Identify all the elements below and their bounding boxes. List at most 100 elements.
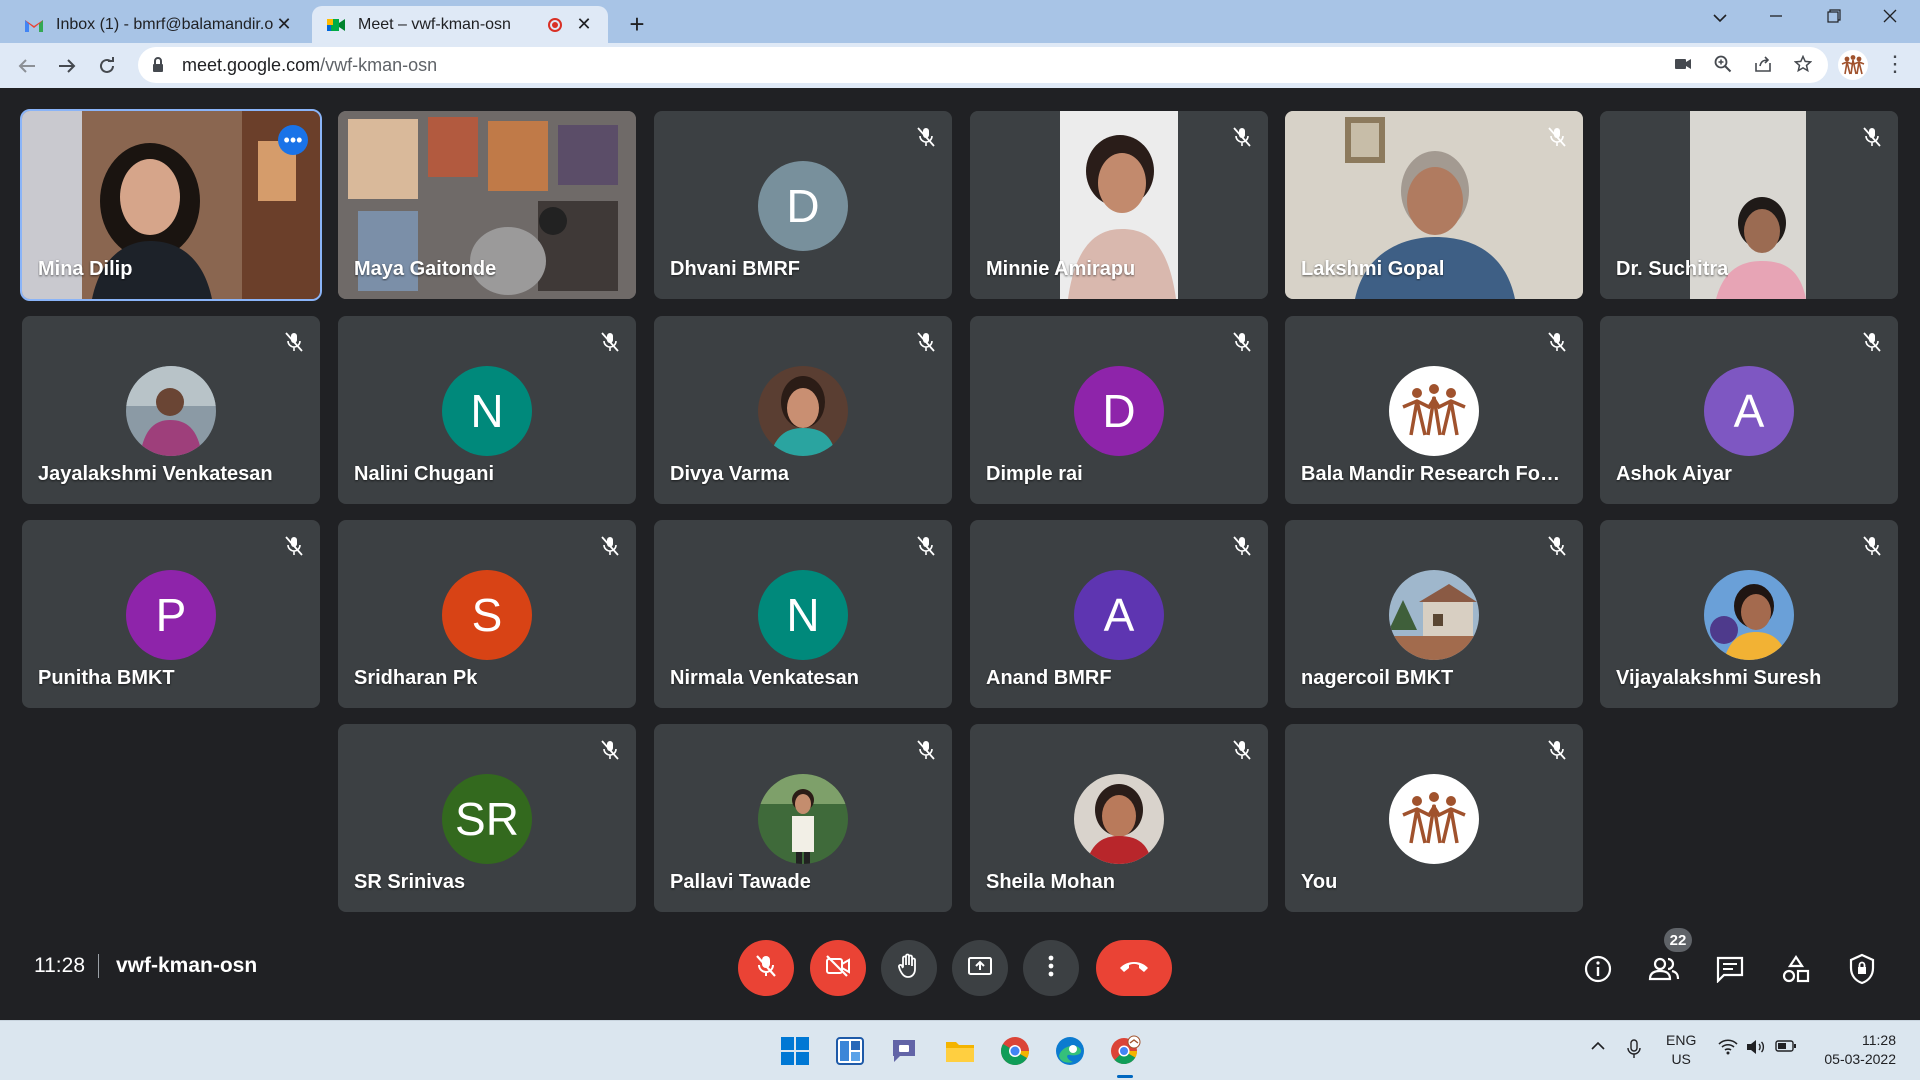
participant-tile[interactable]: nagercoil BMKT [1285, 520, 1583, 708]
chat-icon [1716, 956, 1744, 983]
muted-mic-icon [914, 534, 938, 558]
tab-gmail[interactable]: Inbox (1) - bmrf@balamandir.org ✕ [10, 6, 308, 43]
url-text[interactable]: meet.google.com/vwf-kman-osn [182, 55, 437, 76]
microphone-tray-icon[interactable] [1627, 1039, 1641, 1062]
tab-meet[interactable]: Meet – vwf-kman-osn ✕ [312, 6, 608, 43]
participant-tile[interactable]: N Nalini Chugani [338, 316, 636, 504]
participant-tile[interactable]: D Dhvani BMRF [654, 111, 952, 299]
participant-tile[interactable]: Minnie Amirapu [970, 111, 1268, 299]
volume-icon[interactable] [1746, 1039, 1766, 1058]
meeting-time: 11:28 [34, 954, 85, 977]
participant-avatar: A [1074, 570, 1164, 660]
url-host: meet.google.com [182, 54, 321, 75]
participant-name: Lakshmi Gopal [1301, 258, 1445, 280]
tab-search-chevron-icon[interactable] [1700, 6, 1740, 29]
browser-toolbar: meet.google.com/vwf-kman-osn ⋮ [0, 43, 1920, 88]
participant-tile[interactable]: Divya Varma [654, 316, 952, 504]
participant-tile[interactable]: P Punitha BMKT [22, 520, 320, 708]
chrome-menu-icon[interactable]: ⋮ [1884, 51, 1906, 77]
back-button[interactable] [12, 51, 42, 81]
participant-tile[interactable]: ••• Mina Dilip [20, 109, 322, 301]
battery-icon[interactable] [1775, 1039, 1797, 1056]
raise-hand-button[interactable] [881, 940, 937, 996]
more-options-button[interactable] [1023, 940, 1079, 996]
chrome-icon[interactable] [997, 1033, 1033, 1069]
url-path: /vwf-kman-osn [320, 54, 438, 75]
info-icon [1584, 955, 1612, 983]
windows-start-icon[interactable] [777, 1033, 813, 1069]
muted-mic-icon [1545, 125, 1569, 149]
participant-name: Vijayalakshmi Suresh [1616, 667, 1822, 689]
muted-mic-icon [1545, 330, 1569, 354]
forward-button[interactable] [52, 51, 82, 81]
teams-chat-icon[interactable] [887, 1033, 923, 1069]
close-icon[interactable]: ✕ [574, 14, 594, 35]
participant-tile[interactable]: A Anand BMRF [970, 520, 1268, 708]
chrome-meet-window-icon[interactable] [1107, 1033, 1143, 1069]
participant-tile[interactable]: A Ashok Aiyar [1600, 316, 1898, 504]
close-icon[interactable]: ✕ [274, 14, 294, 35]
participant-avatar: D [1074, 366, 1164, 456]
participant-avatar: D [758, 161, 848, 251]
muted-mic-icon [598, 330, 622, 354]
participant-tile[interactable]: Vijayalakshmi Suresh [1600, 520, 1898, 708]
present-now-button[interactable] [952, 940, 1008, 996]
zoom-icon[interactable] [1712, 53, 1734, 75]
host-controls-button[interactable] [1845, 952, 1879, 986]
edge-icon[interactable] [1052, 1033, 1088, 1069]
participant-tile[interactable]: SR SR Srinivas [338, 724, 636, 912]
meet-icon [326, 15, 346, 35]
participant-tile[interactable]: Bala Mandir Research Foun... [1285, 316, 1583, 504]
more-options-icon[interactable]: ••• [278, 125, 308, 155]
muted-mic-icon [1230, 738, 1254, 762]
participant-tile[interactable]: Pallavi Tawade [654, 724, 952, 912]
bookmark-star-icon[interactable] [1792, 53, 1814, 75]
camera-toggle-button[interactable] [810, 940, 866, 996]
muted-mic-icon [282, 330, 306, 354]
participant-tile[interactable]: Jayalakshmi Venkatesan [22, 316, 320, 504]
system-clock[interactable]: 11:28 05-03-2022 [1812, 1031, 1896, 1069]
wifi-icon[interactable] [1718, 1039, 1738, 1058]
participant-avatar: SR [442, 774, 532, 864]
participant-tile[interactable]: D Dimple rai [970, 316, 1268, 504]
participant-photo [1074, 774, 1164, 864]
participant-tile[interactable]: Sheila Mohan [970, 724, 1268, 912]
participant-name: Mina Dilip [38, 258, 133, 280]
widgets-icon[interactable] [832, 1033, 868, 1069]
new-tab-button[interactable]: + [622, 9, 652, 40]
muted-mic-icon [1545, 534, 1569, 558]
participant-tile[interactable]: N Nirmala Venkatesan [654, 520, 952, 708]
minimize-button[interactable] [1756, 6, 1796, 29]
participant-tile[interactable]: Lakshmi Gopal [1285, 111, 1583, 299]
end-call-icon [1117, 958, 1151, 979]
microphone-toggle-button[interactable] [738, 940, 794, 996]
people-button[interactable] [1647, 952, 1681, 986]
participant-name: Jayalakshmi Venkatesan [38, 463, 273, 485]
windows-taskbar: ENG US 11:28 05-03-2022 [0, 1020, 1920, 1080]
close-window-button[interactable] [1870, 6, 1910, 29]
address-bar[interactable]: meet.google.com/vwf-kman-osn [138, 47, 1828, 83]
lock-icon[interactable] [152, 57, 166, 73]
file-explorer-icon[interactable] [942, 1033, 978, 1069]
participant-tile[interactable]: You [1285, 724, 1583, 912]
camera-in-use-icon[interactable] [1672, 53, 1694, 75]
profile-avatar[interactable] [1838, 50, 1868, 80]
participant-avatar: N [442, 366, 532, 456]
leave-call-button[interactable] [1096, 940, 1172, 996]
activities-icon [1782, 955, 1810, 983]
participant-name: Dimple rai [986, 463, 1083, 485]
participant-tile[interactable]: Maya Gaitonde [338, 111, 636, 299]
participant-tile[interactable]: S Sridharan Pk [338, 520, 636, 708]
restore-button[interactable] [1814, 6, 1854, 29]
activities-button[interactable] [1779, 952, 1813, 986]
muted-mic-icon [598, 738, 622, 762]
participant-photo [1389, 570, 1479, 660]
share-icon[interactable] [1752, 53, 1774, 75]
participant-tile[interactable]: Dr. Suchitra [1600, 111, 1898, 299]
meeting-details-button[interactable] [1581, 952, 1615, 986]
chat-button[interactable] [1713, 952, 1747, 986]
muted-mic-icon [598, 534, 622, 558]
language-indicator[interactable]: ENG US [1666, 1031, 1696, 1069]
show-hidden-icons-chevron-icon[interactable] [1590, 1039, 1606, 1055]
reload-button[interactable] [92, 51, 122, 81]
